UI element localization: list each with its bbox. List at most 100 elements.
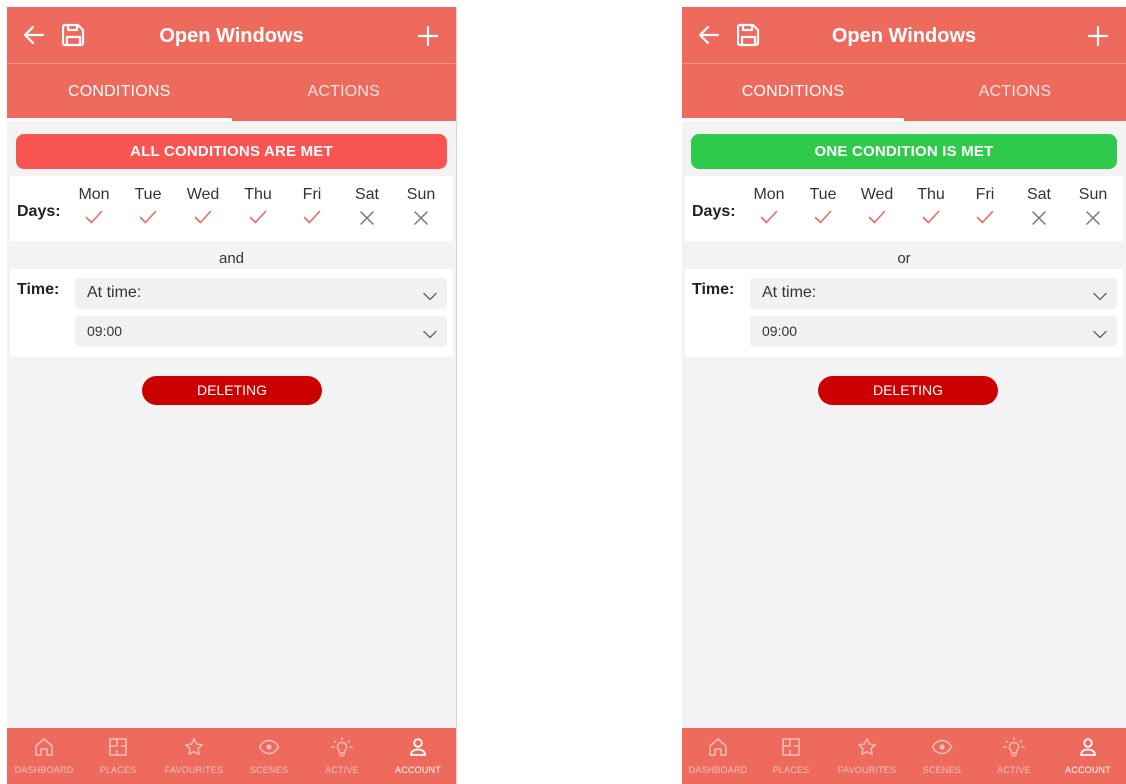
top-bar: Open Windows [682,7,1126,64]
day-toggle-tue[interactable]: Tue [128,186,168,228]
day-toggle-sun[interactable]: Sun [401,186,441,228]
star-icon [184,737,204,762]
checkmark-icon [128,210,168,228]
condition-mode-button[interactable]: ONE CONDITION IS MET [691,134,1117,169]
time-mode-select[interactable]: At time: [75,278,447,309]
tab-conditions[interactable]: CONDITIONS [7,64,232,121]
time-value-select[interactable]: 09:00 [750,316,1117,347]
day-name: Fri [975,186,995,203]
active-tab-indicator [682,118,904,121]
plus-icon[interactable] [1087,25,1109,51]
nav-label: FAVOURITES [164,765,224,775]
condition-mode-button[interactable]: ALL CONDITIONS ARE MET [16,134,447,169]
nav-label: ACCOUNT [1065,765,1111,775]
time-card: Time: At time: 09:00 [10,269,453,357]
bottom-nav: DASHBOARD PLACES FAVOURITES SCENES ACTIV… [7,728,456,784]
tab-bar: CONDITIONS ACTIONS [682,64,1126,121]
nav-label: SCENES [249,765,289,775]
time-mode-value: At time: [762,284,817,301]
nav-label: ACCOUNT [395,765,441,775]
nav-account[interactable]: ACCOUNT [379,728,456,784]
day-toggle-wed[interactable]: Wed [857,186,897,228]
user-icon [1078,737,1098,762]
day-name: Mon [78,186,110,203]
day-toggle-mon[interactable]: Mon [74,186,114,228]
eye-icon [931,737,953,762]
checkmark-icon [965,210,1005,228]
day-toggle-sun[interactable]: Sun [1073,186,1113,228]
floorplan-icon [781,737,801,762]
checkmark-icon [911,210,951,228]
day-toggle-sat[interactable]: Sat [1019,186,1059,228]
nav-active[interactable]: ACTIVE [305,728,379,784]
tab-conditions[interactable]: CONDITIONS [682,64,904,121]
nav-dashboard[interactable]: DASHBOARD [682,728,754,784]
phone-screen-all-conditions: Open Windows CONDITIONS ACTIONS ALL COND… [7,7,457,784]
nav-active[interactable]: ACTIVE [978,728,1050,784]
chevron-down-icon [423,326,437,344]
nav-scenes[interactable]: SCENES [906,728,978,784]
time-value-select[interactable]: 09:00 [75,316,447,347]
day-name: Mon [753,186,785,203]
nav-label: DASHBOARD [688,765,748,775]
top-bar: Open Windows [7,7,456,64]
bulb-icon [331,737,353,764]
page-title: Open Windows [159,25,304,47]
time-value: 09:00 [87,323,123,339]
nav-scenes[interactable]: SCENES [233,728,305,784]
delete-button[interactable]: DELETING [818,376,998,405]
day-toggle-tue[interactable]: Tue [803,186,843,228]
home-icon [34,737,54,762]
delete-button[interactable]: DELETING [142,376,322,405]
condition-joiner: and [218,250,245,267]
chevron-down-icon [1093,288,1107,306]
day-name: Thu [244,186,272,203]
plus-icon[interactable] [417,25,439,51]
nav-label: ACTIVE [997,765,1031,775]
days-label: Days: [692,203,736,220]
chevron-down-icon [423,288,437,306]
day-name: Fri [302,186,322,203]
nav-label: FAVOURITES [837,765,897,775]
floorplan-icon [108,737,128,762]
checkmark-icon [292,210,332,228]
day-toggle-thu[interactable]: Thu [911,186,951,228]
day-toggle-mon[interactable]: Mon [749,186,789,228]
time-card: Time: At time: 09:00 [685,269,1123,357]
star-icon [857,737,877,762]
day-name: Wed [860,186,894,203]
checkmark-icon [803,210,843,228]
days-card: Days: Mon Tue Wed Thu Fri Sat Sun [10,176,453,241]
time-value: 09:00 [762,323,798,339]
tab-actions[interactable]: ACTIONS [904,64,1126,121]
day-name: Sun [406,186,436,203]
day-name: Tue [134,186,162,203]
nav-label: PLACES [99,765,137,775]
day-toggle-sat[interactable]: Sat [347,186,387,228]
time-mode-select[interactable]: At time: [750,278,1117,309]
day-name: Wed [186,186,220,203]
days-card: Days: Mon Tue Wed Thu Fri Sat Sun [685,176,1123,241]
checkmark-icon [183,210,223,228]
day-name: Sat [354,186,379,203]
nav-label: ACTIVE [325,765,359,775]
nav-label: DASHBOARD [14,765,74,775]
time-label: Time: [17,281,60,298]
nav-places[interactable]: PLACES [754,728,828,784]
nav-label: SCENES [922,765,962,775]
checkmark-icon [238,210,278,228]
nav-favourites[interactable]: FAVOURITES [155,728,233,784]
day-toggle-fri[interactable]: Fri [292,186,332,228]
nav-label: PLACES [772,765,810,775]
eye-icon [258,737,280,762]
day-toggle-thu[interactable]: Thu [238,186,278,228]
day-toggle-wed[interactable]: Wed [183,186,223,228]
nav-dashboard[interactable]: DASHBOARD [7,728,81,784]
day-toggle-fri[interactable]: Fri [965,186,1005,228]
nav-account[interactable]: ACCOUNT [1050,728,1126,784]
nav-places[interactable]: PLACES [81,728,155,784]
day-name: Sat [1026,186,1051,203]
tab-actions[interactable]: ACTIONS [232,64,457,121]
nav-favourites[interactable]: FAVOURITES [828,728,906,784]
days-label: Days: [17,203,61,220]
